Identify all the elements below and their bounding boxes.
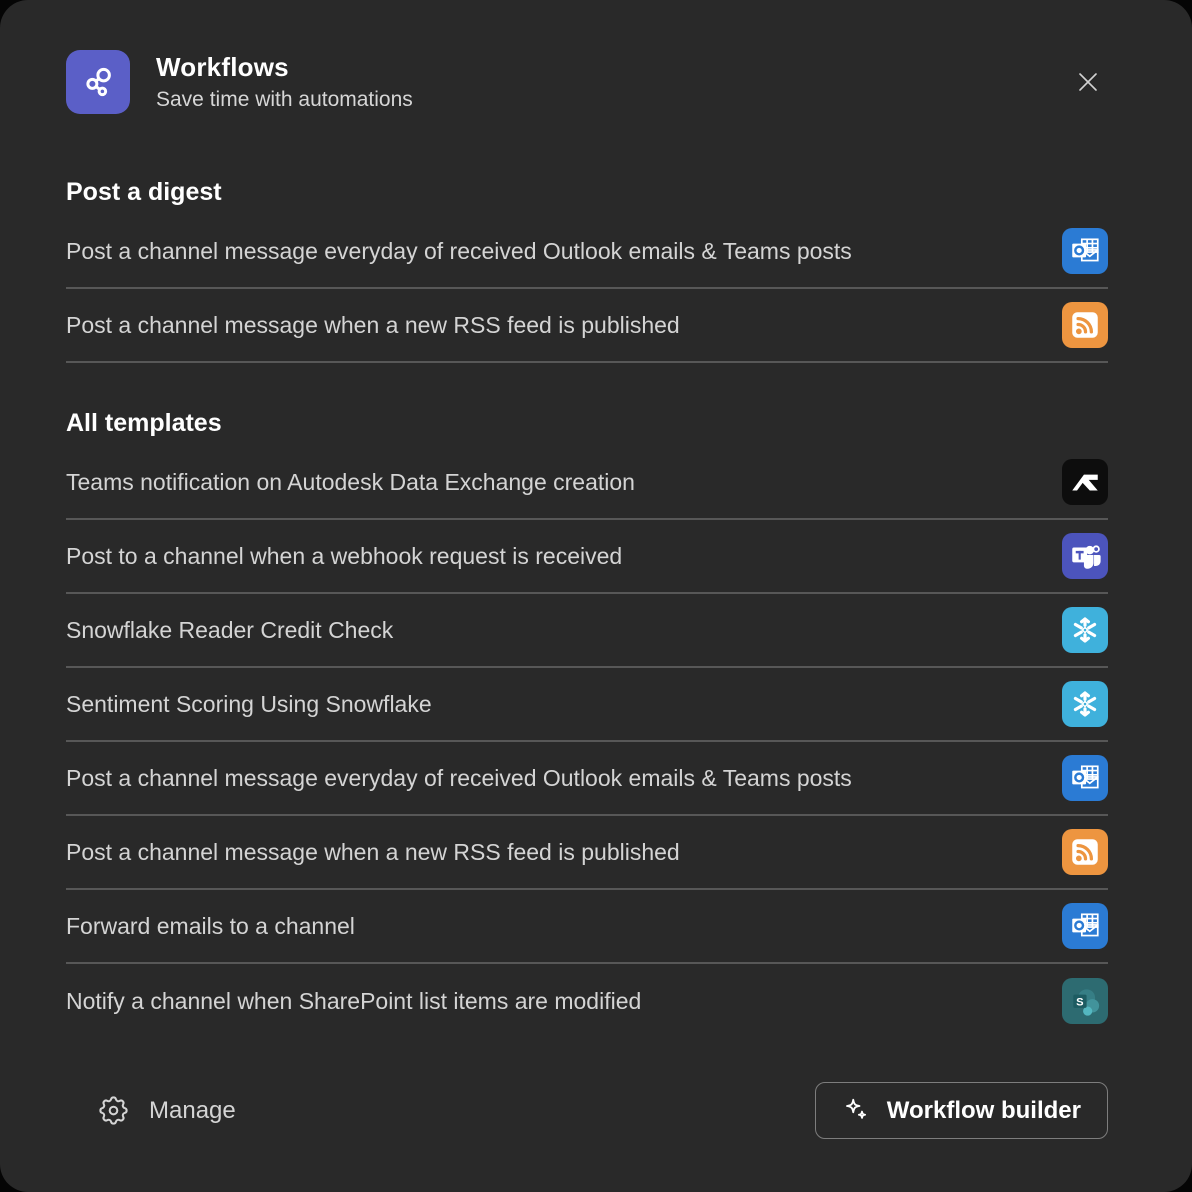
close-button[interactable] (1068, 62, 1108, 102)
workflow-builder-label: Workflow builder (887, 1097, 1081, 1125)
dialog-footer: Manage Workflow builder (66, 1082, 1108, 1139)
dialog-title: Workflows (156, 52, 413, 83)
svg-text:S: S (1076, 996, 1083, 1008)
template-label: Post to a channel when a webhook request… (66, 543, 1056, 570)
template-row[interactable]: Post a channel message everyday of recei… (66, 215, 1108, 289)
outlook-icon (1062, 755, 1108, 801)
all-templates-list: Teams notification on Autodesk Data Exch… (66, 446, 1108, 1038)
template-row[interactable]: Forward emails to a channel (66, 890, 1108, 964)
outlook-icon (1062, 228, 1108, 274)
template-label: Post a channel message everyday of recei… (66, 238, 1056, 265)
template-row[interactable]: Snowflake Reader Credit Check (66, 594, 1108, 668)
template-label: Post a channel message everyday of recei… (66, 765, 1056, 792)
gear-icon (96, 1093, 131, 1128)
autodesk-icon (1062, 459, 1108, 505)
template-row[interactable]: Post a channel message when a new RSS fe… (66, 289, 1108, 363)
template-label: Sentiment Scoring Using Snowflake (66, 691, 1056, 718)
post-a-digest-list: Post a channel message everyday of recei… (66, 215, 1108, 363)
workflow-builder-button[interactable]: Workflow builder (815, 1082, 1108, 1139)
section-heading-all-templates: All templates (66, 409, 1108, 438)
teams-icon (1062, 533, 1108, 579)
rss-icon (1062, 302, 1108, 348)
outlook-icon (1062, 903, 1108, 949)
rss-icon (1062, 829, 1108, 875)
template-row[interactable]: Post a channel message when a new RSS fe… (66, 816, 1108, 890)
workflow-icon (78, 62, 118, 102)
template-label: Snowflake Reader Credit Check (66, 617, 1056, 644)
template-row[interactable]: Post to a channel when a webhook request… (66, 520, 1108, 594)
dialog-subtitle: Save time with automations (156, 88, 413, 112)
template-label: Teams notification on Autodesk Data Exch… (66, 469, 1056, 496)
manage-label: Manage (149, 1097, 236, 1125)
template-row[interactable]: Sentiment Scoring Using Snowflake (66, 668, 1108, 742)
workflows-app-icon (66, 50, 130, 114)
template-label: Forward emails to a channel (66, 913, 1056, 940)
close-icon (1074, 68, 1102, 96)
header-text: Workflows Save time with automations (156, 52, 413, 112)
manage-button[interactable]: Manage (96, 1093, 236, 1128)
template-label: Post a channel message when a new RSS fe… (66, 839, 1056, 866)
sparkles-icon (842, 1096, 872, 1126)
snowflake-icon (1062, 681, 1108, 727)
template-label: Post a channel message when a new RSS fe… (66, 312, 1056, 339)
template-label: Notify a channel when SharePoint list it… (66, 988, 1056, 1015)
dialog-header: Workflows Save time with automations (66, 0, 1108, 114)
template-row[interactable]: Teams notification on Autodesk Data Exch… (66, 446, 1108, 520)
snowflake-icon (1062, 607, 1108, 653)
sharepoint-icon: S (1062, 978, 1108, 1024)
section-heading-post-a-digest: Post a digest (66, 178, 1108, 207)
template-row[interactable]: Post a channel message everyday of recei… (66, 742, 1108, 816)
workflows-dialog: Workflows Save time with automations Pos… (0, 0, 1192, 1192)
template-row[interactable]: Notify a channel when SharePoint list it… (66, 964, 1108, 1038)
